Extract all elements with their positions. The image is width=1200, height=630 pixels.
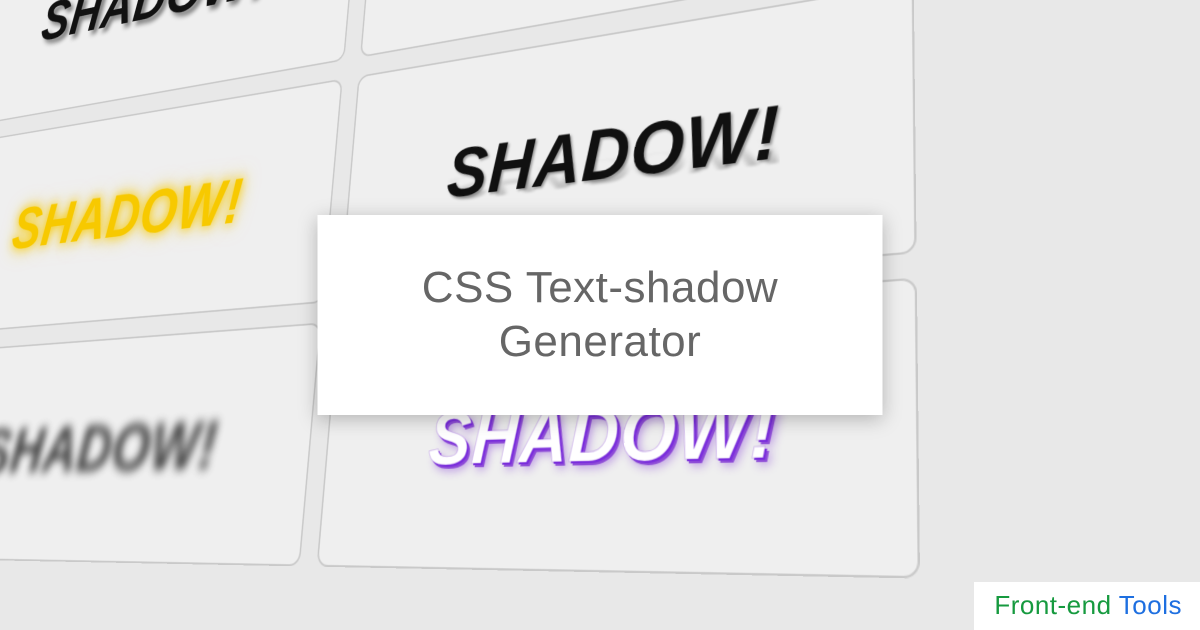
shadow-sample-card: SHADOW!: [0, 79, 343, 336]
page-title: CSS Text-shadow Generator: [342, 261, 859, 368]
shadow-sample-text: SHADOW!: [38, 0, 269, 53]
shadow-sample-text: SHADOW!: [445, 88, 781, 213]
shadow-sample-card: SHADOW!: [0, 323, 321, 567]
brand-word-2: Tools: [1112, 590, 1182, 620]
shadow-sample-text: SHADOW!: [0, 406, 221, 488]
shadow-sample-text: SHADOW!: [9, 164, 247, 262]
brand-chip: Front-end Tools: [974, 582, 1200, 630]
title-card: CSS Text-shadow Generator: [318, 215, 883, 415]
brand-word-1: Front-end: [994, 590, 1111, 620]
